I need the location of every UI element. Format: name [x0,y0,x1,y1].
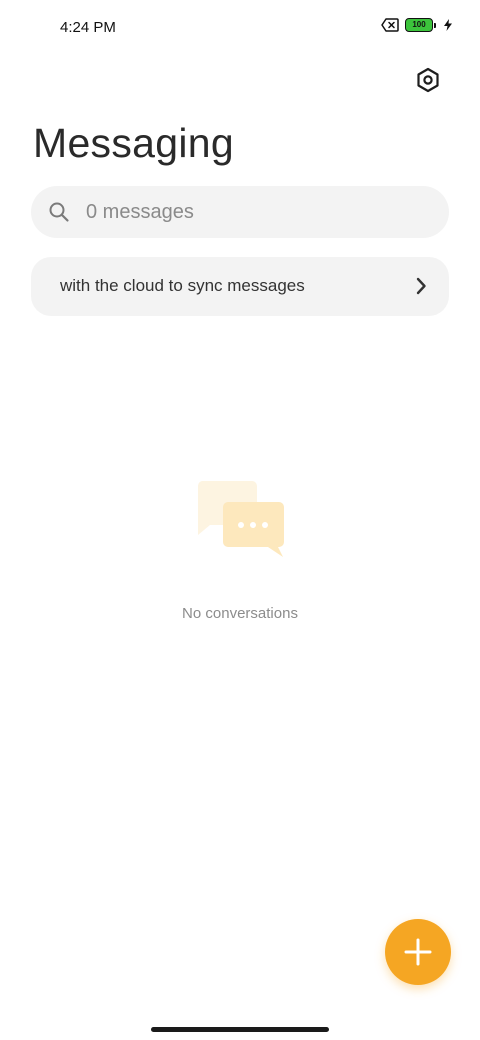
settings-icon [417,67,439,93]
status-time: 4:24 PM [60,19,116,36]
search-input[interactable] [86,186,426,238]
status-bar: 4:24 PM 100 [0,0,480,56]
cloud-sync-banner[interactable]: with the cloud to sync messages [31,257,449,316]
home-indicator[interactable] [151,1027,329,1032]
battery-icon: 100 [405,18,436,32]
plus-icon [404,938,432,966]
search-box[interactable] [31,186,449,238]
charging-icon [444,19,452,31]
chevron-right-icon [416,277,426,295]
empty-state-text: No conversations [182,605,298,622]
battery-level: 100 [405,18,433,32]
new-message-button[interactable] [385,919,451,985]
status-icons: 100 [381,18,452,32]
sync-banner-text: with the cloud to sync messages [60,276,305,295]
search-icon [49,202,69,222]
no-sim-icon [381,18,399,32]
chat-bubbles-icon [197,481,284,557]
settings-button[interactable] [412,64,444,96]
page-title: Messaging [33,120,234,166]
